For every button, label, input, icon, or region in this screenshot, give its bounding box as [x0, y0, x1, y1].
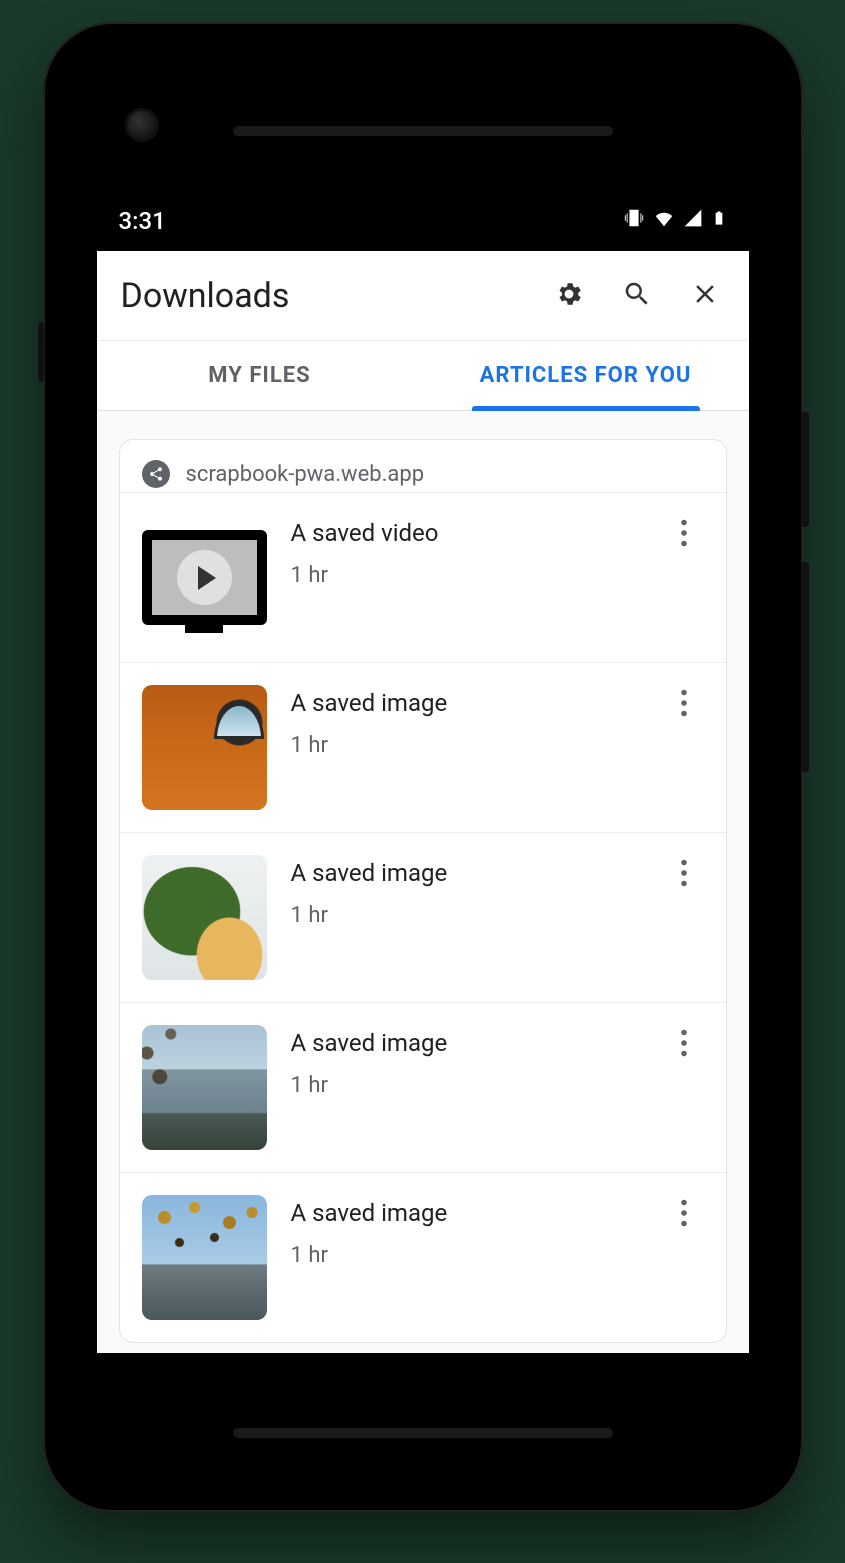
tv-icon	[142, 530, 267, 625]
phone-frame: 3:31	[43, 22, 803, 1512]
item-more-button[interactable]	[664, 1025, 704, 1065]
search-icon	[622, 279, 652, 313]
thumbnail-image	[142, 855, 267, 980]
app-bar: Downloads	[97, 251, 749, 341]
tab-articles-for-you[interactable]: ARTICLES FOR YOU	[423, 341, 749, 410]
item-title: A saved image	[291, 689, 640, 717]
list-item[interactable]: A saved image 1 hr	[120, 832, 726, 1002]
thumbnail-image	[142, 685, 267, 810]
thumbnail-video	[142, 515, 267, 640]
item-more-button[interactable]	[664, 1195, 704, 1235]
front-camera	[125, 108, 159, 142]
item-title: A saved image	[291, 859, 640, 887]
search-button[interactable]	[617, 276, 657, 316]
volume-button[interactable]	[801, 562, 809, 772]
close-icon	[690, 279, 720, 313]
item-more-button[interactable]	[664, 515, 704, 555]
item-title: A saved image	[291, 1029, 640, 1057]
item-time: 1 hr	[291, 563, 640, 588]
item-title: A saved image	[291, 1199, 640, 1227]
more-vert-icon	[680, 1029, 688, 1061]
card-header: scrapbook-pwa.web.app	[120, 440, 726, 492]
vibrate-icon	[623, 207, 645, 235]
more-vert-icon	[680, 519, 688, 551]
list-item[interactable]: A saved video 1 hr	[120, 492, 726, 662]
content-area: scrapbook-pwa.web.app A saved video	[97, 411, 749, 1353]
bottom-speaker	[233, 1428, 613, 1438]
item-more-button[interactable]	[664, 855, 704, 895]
settings-button[interactable]	[549, 276, 589, 316]
item-title: A saved video	[291, 519, 640, 547]
more-vert-icon	[680, 859, 688, 891]
list-item[interactable]: A saved image 1 hr	[120, 662, 726, 832]
page-title: Downloads	[121, 276, 549, 316]
battery-icon	[711, 207, 727, 235]
tab-my-files[interactable]: MY FILES	[97, 341, 423, 410]
list-item[interactable]: A saved image 1 hr	[120, 1172, 726, 1342]
play-icon	[177, 550, 232, 605]
earpiece	[233, 126, 613, 136]
list-item[interactable]: A saved image 1 hr	[120, 1002, 726, 1172]
gear-icon	[554, 279, 584, 313]
power-button[interactable]	[801, 412, 809, 527]
wifi-icon	[653, 207, 675, 235]
screen: 3:31	[97, 191, 749, 1353]
side-button[interactable]	[38, 322, 44, 382]
item-time: 1 hr	[291, 733, 640, 758]
item-time: 1 hr	[291, 903, 640, 928]
item-time: 1 hr	[291, 1243, 640, 1268]
item-more-button[interactable]	[664, 685, 704, 725]
source-label: scrapbook-pwa.web.app	[186, 462, 425, 487]
more-vert-icon	[680, 1199, 688, 1231]
more-vert-icon	[680, 689, 688, 721]
status-bar: 3:31	[97, 191, 749, 251]
source-card: scrapbook-pwa.web.app A saved video	[119, 439, 727, 1343]
status-time: 3:31	[119, 207, 166, 235]
signal-icon	[683, 208, 703, 234]
thumbnail-image	[142, 1195, 267, 1320]
tabs: MY FILES ARTICLES FOR YOU	[97, 341, 749, 411]
share-icon	[142, 460, 170, 488]
thumbnail-image	[142, 1025, 267, 1150]
close-button[interactable]	[685, 276, 725, 316]
status-icons	[623, 207, 727, 235]
item-time: 1 hr	[291, 1073, 640, 1098]
